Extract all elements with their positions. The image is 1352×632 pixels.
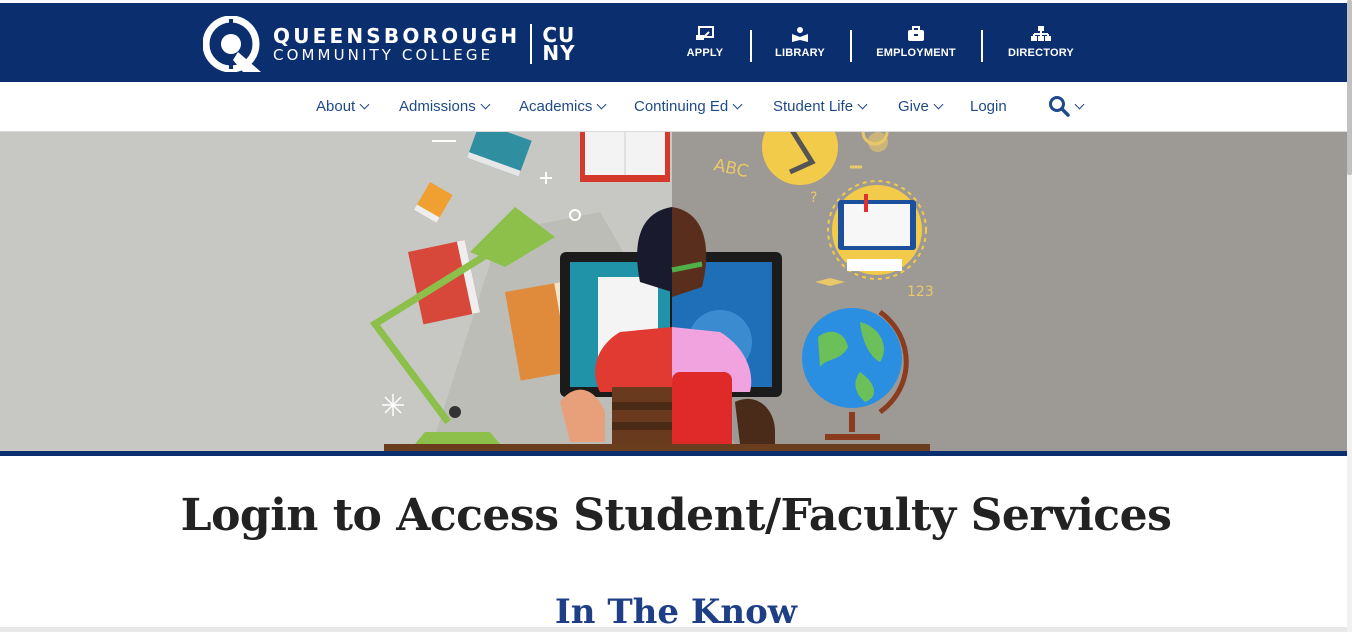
- college-logo[interactable]: QUEENSBOROUGH COMMUNITY COLLEGE CU NY: [203, 16, 576, 72]
- nav-item-label: Login: [970, 98, 1007, 115]
- quick-link-label: LIBRARY: [775, 47, 825, 59]
- quick-link-separator: [981, 30, 983, 62]
- horizontal-scrollbar[interactable]: [0, 627, 1347, 632]
- chevron-down-icon: [933, 99, 944, 110]
- cuny-logo: CU NY: [542, 25, 576, 65]
- logo-line-2: COMMUNITY COLLEGE: [273, 45, 494, 64]
- sitemap-icon: [1031, 25, 1051, 43]
- page-title: Login to Access Student/Faculty Services: [180, 490, 1172, 541]
- nav-item-label: Student Life: [773, 98, 854, 115]
- nav-item-admissions[interactable]: Admissions: [399, 98, 491, 115]
- apply-icon: [695, 25, 715, 43]
- nav-item-academics[interactable]: Academics: [519, 98, 607, 115]
- chevron-down-icon: [732, 99, 743, 110]
- section-title: In The Know: [554, 592, 798, 632]
- nav-item-give[interactable]: Give: [898, 98, 944, 115]
- svg-text:?: ?: [810, 190, 817, 206]
- hero-bottom-border: [0, 451, 1347, 456]
- nav-item-label: Continuing Ed: [634, 98, 729, 115]
- chevron-down-icon: [480, 99, 491, 110]
- quick-link-separator: [750, 30, 752, 62]
- main-navigation: About Admissions Academics Continuing Ed…: [0, 82, 1347, 132]
- top-header-bar: QUEENSBOROUGH COMMUNITY COLLEGE CU NY AP…: [0, 0, 1347, 82]
- student-at-desk-illustration: ABC ? 123: [0, 132, 1347, 452]
- quick-link-apply[interactable]: APPLY: [686, 25, 724, 65]
- chevron-down-icon: [857, 99, 868, 110]
- nav-item-label: About: [316, 98, 356, 115]
- logo-wordmark: QUEENSBOROUGH COMMUNITY COLLEGE: [273, 25, 520, 64]
- nav-item-student-life[interactable]: Student Life: [773, 98, 868, 115]
- search-toggle[interactable]: [1048, 95, 1085, 117]
- quick-link-library[interactable]: LIBRARY: [772, 25, 828, 65]
- logo-divider: [530, 24, 533, 64]
- nav-item-continuing-ed[interactable]: Continuing Ed: [634, 98, 743, 115]
- chevron-down-icon: [1074, 99, 1085, 109]
- cuny-bottom: NY: [542, 41, 576, 65]
- chevron-down-icon: [596, 99, 607, 110]
- chevron-down-icon: [359, 99, 370, 110]
- svg-text:123: 123: [907, 284, 934, 300]
- hero-banner: ABC ? 123: [0, 132, 1347, 452]
- quick-link-employment[interactable]: EMPLOYMENT: [874, 25, 958, 65]
- quick-link-separator: [850, 30, 852, 62]
- nav-item-about[interactable]: About: [316, 98, 370, 115]
- qcc-logo-icon: [203, 16, 261, 72]
- library-icon: [791, 25, 809, 43]
- nav-item-label: Give: [898, 98, 929, 115]
- quick-link-label: DIRECTORY: [1008, 47, 1074, 59]
- quick-link-label: APPLY: [686, 47, 724, 59]
- nav-item-label: Admissions: [399, 98, 476, 115]
- nav-item-label: Academics: [519, 98, 593, 115]
- briefcase-icon: [907, 25, 925, 43]
- quick-link-label: EMPLOYMENT: [876, 47, 956, 59]
- nav-item-login[interactable]: Login: [970, 98, 1007, 115]
- search-icon: [1049, 96, 1070, 117]
- scrollbar-thumb[interactable]: [1347, 0, 1352, 175]
- logo-line-1: QUEENSBOROUGH: [273, 23, 521, 48]
- quick-link-directory[interactable]: DIRECTORY: [1007, 25, 1075, 65]
